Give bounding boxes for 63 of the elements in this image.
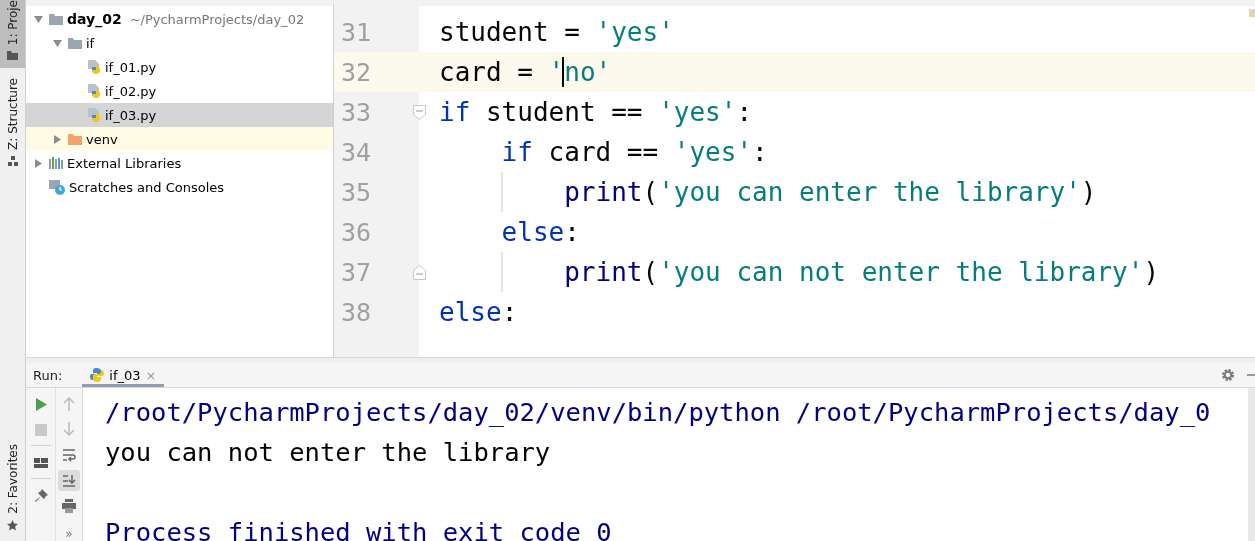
code-line: print('you can not enter the library'): [439, 252, 1160, 292]
star-icon: [7, 520, 18, 531]
code-editor[interactable]: 31 student = 'yes' 32 card = 'no' 33 if student == 'yes': 34 if card == 'yes': 35 print('you can enter the library') 36 else: 37 print('you can not enter the library') 38 else:: [334, 0, 1255, 357]
folder-icon: [49, 13, 63, 25]
project-path: ~/PycharmProjects/day_02: [129, 11, 305, 27]
down-arrow-icon: [62, 422, 76, 437]
structure-icon: [7, 156, 18, 167]
python-file-icon: [87, 107, 101, 123]
folder-icon: [68, 133, 82, 145]
code-line: else:: [439, 296, 518, 329]
tree-item[interactable]: External Libraries: [26, 151, 333, 175]
expanded-arrow-icon: [34, 14, 43, 24]
line-number: 37: [340, 257, 373, 287]
line-number: 36: [340, 217, 373, 247]
layout-icon: [33, 456, 48, 470]
settings-icon: [1221, 368, 1235, 382]
console-line: /root/PycharmProjects/day_02/venv/bin/python /root/PycharmProjects/day_0: [105, 396, 1212, 429]
tree-item[interactable]: venv: [26, 127, 333, 151]
pin-icon: [33, 489, 48, 503]
code-line: card = 'no': [439, 56, 612, 89]
code-line: student = 'yes': [439, 16, 674, 49]
stop-icon: [33, 423, 48, 437]
code-line: else:: [500, 216, 580, 249]
line-number: 38: [340, 297, 373, 327]
folder-icon: [7, 51, 18, 61]
scroll-to-end-icon: [62, 473, 76, 488]
printer-icon: [62, 499, 76, 514]
scratch-console-icon: [49, 179, 65, 195]
panel-title: Run:: [33, 367, 63, 383]
tree-item[interactable]: Scratches and Consoles: [26, 175, 333, 199]
scroll-to-end-button[interactable]: [58, 469, 80, 492]
expanded-arrow-icon: [53, 38, 62, 48]
python-file-icon: [87, 59, 101, 75]
side-tab[interactable]: Z: Structure: [0, 68, 25, 175]
tree-item[interactable]: if: [26, 31, 333, 55]
line-number: 33: [340, 97, 373, 127]
scrollbar-marker-icon: [1249, 9, 1255, 17]
side-tab[interactable]: 2: Favorites: [0, 444, 25, 541]
python-icon: [90, 368, 105, 382]
run-tab[interactable]: if_03 ×: [82, 363, 165, 387]
collapsed-arrow-icon: [53, 134, 62, 144]
tree-item[interactable]: if_02.py: [26, 79, 333, 103]
library-icon: [49, 157, 63, 169]
collapsed-arrow-icon: [34, 158, 43, 168]
line-number: 31: [340, 17, 373, 47]
line-number: 32: [340, 57, 373, 87]
soft-wrap-icon: [62, 448, 76, 462]
python-file-icon: [87, 83, 101, 99]
up-arrow-icon: [62, 396, 76, 411]
tree-item[interactable]: day_02 ~/PycharmProjects/day_02: [26, 7, 333, 31]
line-number: 35: [340, 177, 373, 207]
code-line: print('you can enter the library'): [439, 172, 1097, 212]
tree-item[interactable]: if_03.py: [26, 103, 333, 127]
code-line: if card == 'yes':: [500, 136, 768, 169]
folder-icon: [68, 37, 82, 49]
console-line: Process finished with exit code 0: [105, 516, 613, 541]
run-icon: [33, 397, 48, 411]
side-tab[interactable]: 1: Proje: [0, 0, 25, 69]
code-line: if student == 'yes':: [439, 96, 753, 129]
more-button[interactable]: »: [65, 526, 73, 541]
tree-item[interactable]: if_01.py: [26, 55, 333, 79]
console-line: you can not enter the library: [105, 436, 552, 469]
line-number: 34: [340, 137, 373, 167]
